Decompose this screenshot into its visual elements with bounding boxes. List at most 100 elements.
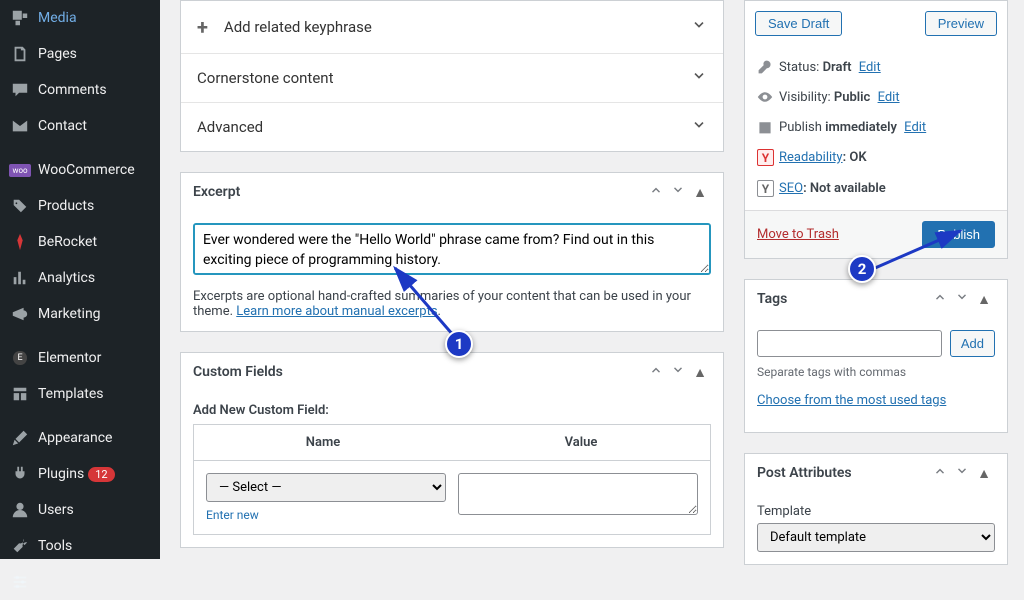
cf-value-header: Value <box>452 425 710 460</box>
yoast-readability-icon: Y <box>757 149 779 166</box>
sliders-icon <box>10 572 30 592</box>
template-select[interactable]: Default template <box>757 523 995 552</box>
panel-toggle-icon[interactable]: ▲ <box>973 465 995 482</box>
panel-toggle-icon[interactable]: ▲ <box>689 184 711 201</box>
excerpt-panel: Excerpt ▲ Ever wondered were the "Hello … <box>180 172 724 332</box>
panel-toggle-icon[interactable]: ▲ <box>973 291 995 308</box>
key-icon <box>757 59 779 75</box>
megaphone-icon <box>10 304 30 324</box>
sidebar-item-products[interactable]: Products <box>0 188 160 224</box>
panel-move-down-icon[interactable] <box>951 290 973 308</box>
panel-move-up-icon[interactable] <box>929 290 951 308</box>
sidebar-item-label: Media <box>38 10 152 26</box>
admin-sidebar: Media Pages Comments Contact woo WooComm… <box>0 0 160 559</box>
chevron-down-icon <box>691 117 707 137</box>
sidebar-item-users[interactable]: Users <box>0 492 160 528</box>
yoast-seo-icon: Y <box>757 180 779 197</box>
custom-field-value-textarea[interactable] <box>458 473 698 515</box>
plugins-count-badge: 12 <box>88 467 114 482</box>
save-draft-button[interactable]: Save Draft <box>755 11 842 36</box>
sidebar-item-label: Marketing <box>38 306 152 322</box>
row-label: Add related keyphrase <box>224 18 691 36</box>
readability-link[interactable]: Readability <box>779 150 843 165</box>
sidebar-item-label: Templates <box>38 386 152 402</box>
publish-box: Save Draft Preview Status: Draft Edit Vi… <box>744 0 1008 259</box>
sidebar-item-label: Users <box>38 502 152 518</box>
sidebar-item-label: Analytics <box>38 270 152 286</box>
edit-status-link[interactable]: Edit <box>859 60 881 75</box>
wrench-icon <box>10 536 30 556</box>
panel-title: Excerpt <box>193 184 645 200</box>
preview-button[interactable]: Preview <box>925 11 997 36</box>
publish-button[interactable]: Publish <box>922 221 995 248</box>
analytics-icon <box>10 268 30 288</box>
sidebar-item-analytics[interactable]: Analytics <box>0 260 160 296</box>
sidebar-item-pages[interactable]: Pages <box>0 36 160 72</box>
sidebar-item-templates[interactable]: Templates <box>0 376 160 412</box>
panel-move-up-icon[interactable] <box>645 363 667 381</box>
edit-schedule-link[interactable]: Edit <box>904 120 926 135</box>
sidebar-item-settings[interactable]: Settings <box>0 564 160 600</box>
berocket-icon <box>10 232 30 252</box>
sidebar-item-label: Appearance <box>38 430 152 446</box>
sidebar-item-woocommerce[interactable]: woo WooCommerce <box>0 152 160 188</box>
sidebar-item-label: Comments <box>38 82 152 98</box>
annotation-2: 2 <box>848 255 876 283</box>
sidebar-item-elementor[interactable]: E Elementor <box>0 340 160 376</box>
panel-move-down-icon[interactable] <box>667 183 689 201</box>
sidebar-item-media[interactable]: Media <box>0 0 160 36</box>
enter-new-link[interactable]: Enter new <box>206 508 446 522</box>
learn-more-link[interactable]: Learn more about manual excerpts <box>236 304 437 319</box>
visibility-row: Visibility: Public Edit <box>757 82 995 112</box>
excerpt-help-text: Excerpts are optional hand-crafted summa… <box>193 289 711 319</box>
add-related-keyphrase-row[interactable]: + Add related keyphrase <box>181 1 723 54</box>
schedule-row: Publish immediately Edit <box>757 112 995 142</box>
sidebar-item-comments[interactable]: Comments <box>0 72 160 108</box>
panel-move-down-icon[interactable] <box>951 464 973 482</box>
move-to-trash-link[interactable]: Move to Trash <box>757 227 839 242</box>
brush-icon <box>10 428 30 448</box>
custom-field-name-select[interactable]: — Select — <box>206 473 446 502</box>
elementor-icon: E <box>10 348 30 368</box>
panel-move-down-icon[interactable] <box>667 363 689 381</box>
sidebar-item-label: Tools <box>38 538 152 554</box>
mail-icon <box>10 116 30 136</box>
cf-name-header: Name <box>194 425 452 460</box>
panel-move-up-icon[interactable] <box>929 464 951 482</box>
sidebar-item-plugins[interactable]: Plugins 12 <box>0 456 160 492</box>
advanced-row[interactable]: Advanced <box>181 103 723 151</box>
right-sidebar: Save Draft Preview Status: Draft Edit Vi… <box>744 0 1024 559</box>
sidebar-item-marketing[interactable]: Marketing <box>0 296 160 332</box>
sidebar-item-label: Plugins <box>38 466 84 482</box>
comments-icon <box>10 80 30 100</box>
pages-icon <box>10 44 30 64</box>
panel-toggle-icon[interactable]: ▲ <box>689 364 711 381</box>
add-custom-field-label: Add New Custom Field: <box>193 403 711 418</box>
sidebar-item-label: Settings <box>38 574 152 590</box>
sidebar-item-label: Elementor <box>38 350 152 366</box>
edit-visibility-link[interactable]: Edit <box>878 90 900 105</box>
tags-input[interactable] <box>757 330 942 357</box>
sidebar-item-appearance[interactable]: Appearance <box>0 420 160 456</box>
panel-title: Post Attributes <box>757 465 929 481</box>
sidebar-item-label: WooCommerce <box>38 162 152 178</box>
plug-icon <box>10 464 30 484</box>
cornerstone-row[interactable]: Cornerstone content <box>181 54 723 103</box>
sidebar-item-contact[interactable]: Contact <box>0 108 160 144</box>
products-icon <box>10 196 30 216</box>
seo-link[interactable]: SEO <box>779 181 803 196</box>
sidebar-item-berocket[interactable]: BeRocket <box>0 224 160 260</box>
sidebar-item-label: Contact <box>38 118 152 134</box>
add-tag-button[interactable]: Add <box>950 330 995 357</box>
choose-tags-link[interactable]: Choose from the most used tags <box>757 393 995 420</box>
main-content: + Add related keyphrase Cornerstone cont… <box>160 0 744 559</box>
row-label: Cornerstone content <box>197 69 691 87</box>
calendar-icon <box>757 119 779 135</box>
row-label: Advanced <box>197 118 691 136</box>
sidebar-item-label: BeRocket <box>38 234 152 250</box>
annotation-1: 1 <box>445 330 473 358</box>
sidebar-item-label: Pages <box>38 46 152 62</box>
seo-row: Y SEO: Not available <box>757 173 995 204</box>
excerpt-textarea[interactable]: Ever wondered were the "Hello World" phr… <box>193 223 711 275</box>
panel-move-up-icon[interactable] <box>645 183 667 201</box>
